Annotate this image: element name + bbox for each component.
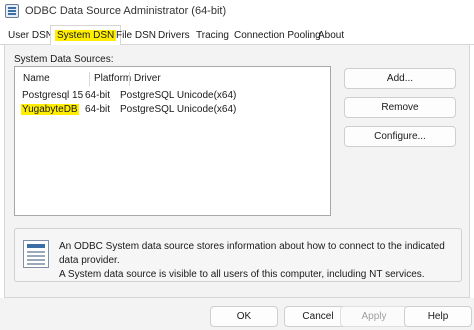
tab-system-dsn-label: System DSN: [55, 30, 117, 41]
odbc-app-icon: [5, 4, 19, 18]
window-title: ODBC Data Source Administrator (64-bit): [25, 5, 227, 17]
remove-button[interactable]: Remove: [344, 97, 456, 118]
list-item[interactable]: YugabyteDB 64-bit PostgreSQL Unicode(x64…: [19, 103, 325, 116]
info-line-1: An ODBC System data source stores inform…: [59, 241, 445, 266]
info-box: An ODBC System data source stores inform…: [14, 228, 462, 282]
dsn-name: Postgresql 15: [22, 90, 84, 101]
tab-tracing[interactable]: Tracing: [192, 27, 233, 45]
dsn-platform: 64-bit: [85, 104, 111, 115]
help-button[interactable]: Help: [404, 306, 472, 327]
title-bar: ODBC Data Source Administrator (64-bit): [0, 0, 474, 24]
ok-button[interactable]: OK: [210, 306, 278, 327]
info-line-2: A System data source is visible to all u…: [59, 269, 425, 280]
tab-file-dsn[interactable]: File DSN: [112, 27, 160, 45]
dsn-name: YugabyteDB: [21, 104, 79, 115]
system-data-sources-label: System Data Sources:: [14, 54, 114, 65]
tab-about[interactable]: About: [314, 27, 348, 45]
tab-system-dsn[interactable]: System DSN: [50, 25, 122, 46]
tab-strip: User DSN System DSN File DSN Drivers Tra…: [0, 25, 474, 46]
data-source-icon: [23, 240, 49, 268]
column-header-platform[interactable]: Platform: [89, 72, 131, 86]
dsn-driver: PostgreSQL Unicode(x64): [120, 90, 237, 101]
column-header-driver[interactable]: Driver: [129, 72, 161, 86]
dsn-platform: 64-bit: [85, 90, 111, 101]
configure-button[interactable]: Configure...: [344, 126, 456, 147]
dsn-driver: PostgreSQL Unicode(x64): [120, 104, 237, 115]
tab-drivers[interactable]: Drivers: [154, 27, 194, 45]
tab-connection-pooling[interactable]: Connection Pooling: [230, 27, 325, 45]
add-button[interactable]: Add...: [344, 68, 456, 89]
data-source-list[interactable]: Name Platform Driver Postgresql 15 64-bi…: [14, 66, 331, 216]
list-item[interactable]: Postgresql 15 64-bit PostgreSQL Unicode(…: [19, 89, 325, 102]
column-header-name[interactable]: Name: [19, 72, 50, 86]
apply-button[interactable]: Apply: [340, 306, 408, 327]
info-text: An ODBC System data source stores inform…: [59, 240, 459, 282]
